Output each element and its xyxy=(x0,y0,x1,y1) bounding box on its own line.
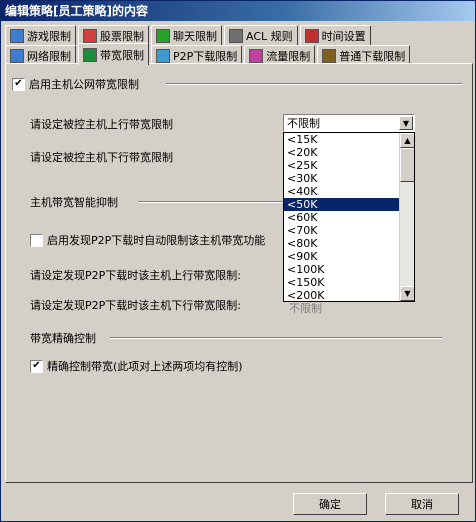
scroll-up-icon[interactable]: ▲ xyxy=(400,133,414,148)
window-title: 编辑策略[员工策略]的内容 xyxy=(1,1,475,21)
dropdown-option[interactable]: <25K xyxy=(284,159,414,172)
precise-checkbox[interactable]: ✔ xyxy=(30,359,43,373)
policy-editor-window: 编辑策略[员工策略]的内容 游戏限制 股票限制 聊天限制 ACL 规则 时间设置 网络限… xyxy=(0,0,476,522)
tab-game[interactable]: 游戏限制 xyxy=(5,25,76,45)
tab-row-top: 游戏限制 股票限制 聊天限制 ACL 规则 时间设置 xyxy=(5,25,373,45)
tab-label: 游戏限制 xyxy=(27,29,71,43)
acl-icon xyxy=(229,28,243,43)
precise-row[interactable]: ✔ 精确控制带宽(此项对上述两项均有控制) xyxy=(30,358,243,374)
smart-section-text: 主机带宽智能抑制 xyxy=(30,196,118,209)
upload-limit-dropdown[interactable]: <15K <20K <25K <30K <40K <50K <60K <70K <80K <90K… xyxy=(283,132,415,302)
p2p-down-value-text: 不限制 xyxy=(289,302,322,315)
dropdown-option[interactable]: <90K xyxy=(284,250,414,263)
dropdown-option[interactable]: <200K xyxy=(284,289,414,301)
dropdown-option[interactable]: <15K xyxy=(284,133,414,146)
download-limit-label: 请设定被控主机下行带宽限制 xyxy=(30,149,173,165)
traffic-icon xyxy=(249,48,264,63)
dropdown-option[interactable]: <100K xyxy=(284,263,414,276)
tab-bandwidth[interactable]: 带宽限制 xyxy=(78,43,149,65)
cancel-button[interactable]: 取消 xyxy=(385,493,459,515)
precise-section-title: 带宽精确控制 xyxy=(30,330,96,346)
tab-acl[interactable]: ACL 规则 xyxy=(224,25,298,45)
p2p-down-value[interactable]: 不限制 xyxy=(289,300,322,316)
tab-clock[interactable]: 时间设置 xyxy=(299,25,371,45)
tab-label: 流量限制 xyxy=(266,49,311,63)
tab-p2p[interactable]: P2P下载限制 xyxy=(151,45,243,65)
enable-group-line xyxy=(166,83,462,85)
p2p-auto-row[interactable]: 启用发现P2P下载时自动限制该主机带宽功能 xyxy=(30,232,265,248)
dropdown-scrollbar[interactable]: ▲ ▼ xyxy=(399,133,414,301)
stock-icon xyxy=(83,28,97,43)
ok-button[interactable]: 确定 xyxy=(293,493,367,515)
enable-bandwidth-checkbox[interactable]: ✔ xyxy=(12,77,25,91)
tab-stock[interactable]: 股票限制 xyxy=(78,25,149,45)
game-icon xyxy=(10,28,24,43)
precise-label: 精确控制带宽(此项对上述两项均有控制) xyxy=(47,360,243,373)
chat-icon xyxy=(156,28,170,43)
upload-limit-text: 请设定被控主机上行带宽限制 xyxy=(30,118,173,131)
tab-network[interactable]: 网络限制 xyxy=(5,45,76,65)
smart-group-line xyxy=(138,201,284,203)
tab-label: 股票限制 xyxy=(100,29,144,43)
p2p-down-label: 请设定发现P2P下载时该主机下行带宽限制: xyxy=(30,297,241,313)
dropdown-option[interactable]: <20K xyxy=(284,146,414,159)
smart-section-title: 主机带宽智能抑制 xyxy=(30,194,118,210)
tab-row-bottom: 网络限制 带宽限制 P2P下载限制 流量限制 普通下载限制 xyxy=(5,43,412,65)
p2p-up-label: 请设定发现P2P下载时该主机上行带宽限制: xyxy=(30,267,241,283)
enable-bandwidth-row[interactable]: ✔ 启用主机公网带宽限制 xyxy=(12,76,139,92)
tab-label: 聊天限制 xyxy=(173,29,217,43)
clock-icon xyxy=(304,28,319,43)
tab-label: P2P下载限制 xyxy=(173,49,238,63)
p2p-up-text: 请设定发现P2P下载时该主机上行带宽限制: xyxy=(30,269,241,282)
download-icon xyxy=(322,48,337,63)
dropdown-option[interactable]: <40K xyxy=(284,185,414,198)
tab-chat[interactable]: 聊天限制 xyxy=(151,25,222,45)
dropdown-option[interactable]: <50K xyxy=(284,198,414,211)
p2p-down-text: 请设定发现P2P下载时该主机下行带宽限制: xyxy=(30,299,241,312)
download-limit-text: 请设定被控主机下行带宽限制 xyxy=(30,151,173,164)
dropdown-option[interactable]: <60K xyxy=(284,211,414,224)
dropdown-option[interactable]: <70K xyxy=(284,224,414,237)
scroll-down-icon[interactable]: ▼ xyxy=(400,286,414,301)
p2p-auto-label: 启用发现P2P下载时自动限制该主机带宽功能 xyxy=(47,234,266,247)
combo-selected-value: 不限制 xyxy=(287,117,320,130)
precise-section-text: 带宽精确控制 xyxy=(30,332,96,345)
precise-group-line xyxy=(110,337,442,339)
scroll-thumb[interactable] xyxy=(400,148,414,182)
p2p-auto-checkbox[interactable] xyxy=(30,233,43,247)
enable-bandwidth-label: 启用主机公网带宽限制 xyxy=(29,78,139,91)
tab-label: 带宽限制 xyxy=(100,48,144,62)
tab-traffic[interactable]: 流量限制 xyxy=(244,45,316,65)
p2p-icon xyxy=(156,48,170,63)
dropdown-option[interactable]: <150K xyxy=(284,276,414,289)
dropdown-option[interactable]: <30K xyxy=(284,172,414,185)
dropdown-option[interactable]: <80K xyxy=(284,237,414,250)
bandwidth-icon xyxy=(83,47,97,62)
network-icon xyxy=(10,48,24,63)
upload-limit-label: 请设定被控主机上行带宽限制 xyxy=(30,116,173,132)
tab-label: 普通下载限制 xyxy=(339,49,406,63)
tab-label: 网络限制 xyxy=(27,49,71,63)
chevron-down-icon[interactable]: ▼ xyxy=(399,116,413,130)
tab-label: ACL 规则 xyxy=(246,29,293,43)
tab-label: 时间设置 xyxy=(321,29,366,43)
upload-limit-combo[interactable]: 不限制 ▼ xyxy=(283,114,415,132)
tab-download[interactable]: 普通下载限制 xyxy=(317,45,411,65)
dropdown-options: <15K <20K <25K <30K <40K <50K <60K <70K <80K <90K… xyxy=(284,133,414,301)
